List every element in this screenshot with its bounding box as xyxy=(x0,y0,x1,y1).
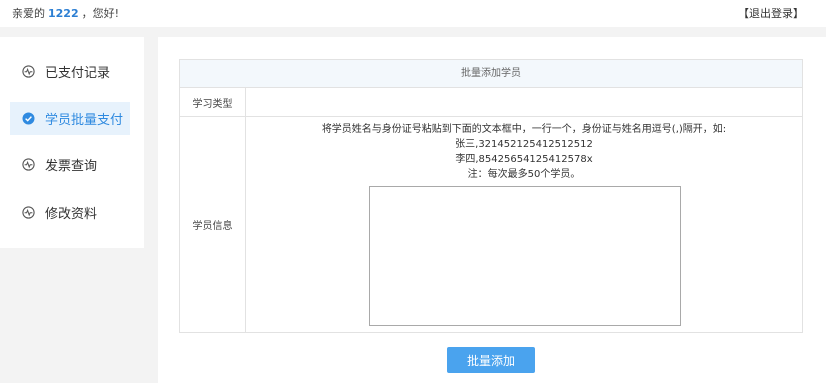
sidebar: 已支付记录 学员批量支付 发票查询 修改资料 xyxy=(0,37,144,248)
study-type-label: 学习类型 xyxy=(180,88,246,116)
sidebar-item-batch-payment[interactable]: 学员批量支付 xyxy=(10,102,130,135)
check-circle-icon xyxy=(22,112,35,125)
batch-add-button[interactable]: 批量添加 xyxy=(447,347,535,373)
pulse-icon xyxy=(22,65,35,78)
greeting-prefix: 亲爱的 xyxy=(12,7,45,20)
top-bar: 亲爱的 1222 ，您好! 【退出登录】 xyxy=(0,0,826,27)
example-line-2: 李四,85425654125412578x xyxy=(455,154,593,165)
student-info-label: 学员信息 xyxy=(180,117,246,332)
sidebar-item-invoice-query[interactable]: 发票查询 xyxy=(10,148,130,181)
sidebar-item-payment-records[interactable]: 已支付记录 xyxy=(10,55,130,88)
section-title: 批量添加学员 xyxy=(180,60,802,88)
study-type-row: 学习类型 xyxy=(180,88,802,117)
instruction-text: 将学员姓名与身份证号粘贴到下面的文本框中，一行一个，身份证与姓名用逗号(,)隔开… xyxy=(321,124,727,135)
sidebar-item-edit-profile[interactable]: 修改资料 xyxy=(10,196,130,229)
limit-note: 注：每次最多50个学员。 xyxy=(467,169,581,180)
sidebar-item-label: 发票查询 xyxy=(45,159,98,174)
pulse-icon xyxy=(22,206,35,219)
greeting-suffix: ，您好! xyxy=(81,7,120,20)
student-info-row: 学员信息 将学员姓名与身份证号粘贴到下面的文本框中，一行一个，身份证与姓名用逗号… xyxy=(180,117,802,332)
main-panel: 批量添加学员 学习类型 学员信息 将学员姓名与身份证号粘贴到下面的文本框中，一行… xyxy=(158,37,826,383)
greeting: 亲爱的 1222 ，您好! xyxy=(12,5,119,21)
sidebar-item-label: 已支付记录 xyxy=(45,66,111,81)
student-roster-textarea[interactable] xyxy=(369,186,681,326)
batch-add-form: 批量添加学员 学习类型 学员信息 将学员姓名与身份证号粘贴到下面的文本框中，一行… xyxy=(179,59,803,333)
username: 1222 xyxy=(48,7,79,20)
logout-link[interactable]: 【退出登录】 xyxy=(738,5,804,21)
sidebar-item-label: 修改资料 xyxy=(45,207,98,222)
example-line-1: 张三,321452125412512512 xyxy=(455,139,593,150)
student-info-content: 将学员姓名与身份证号粘贴到下面的文本框中，一行一个，身份证与姓名用逗号(,)隔开… xyxy=(246,117,802,332)
pulse-icon xyxy=(22,158,35,171)
sidebar-item-label: 学员批量支付 xyxy=(45,113,124,128)
